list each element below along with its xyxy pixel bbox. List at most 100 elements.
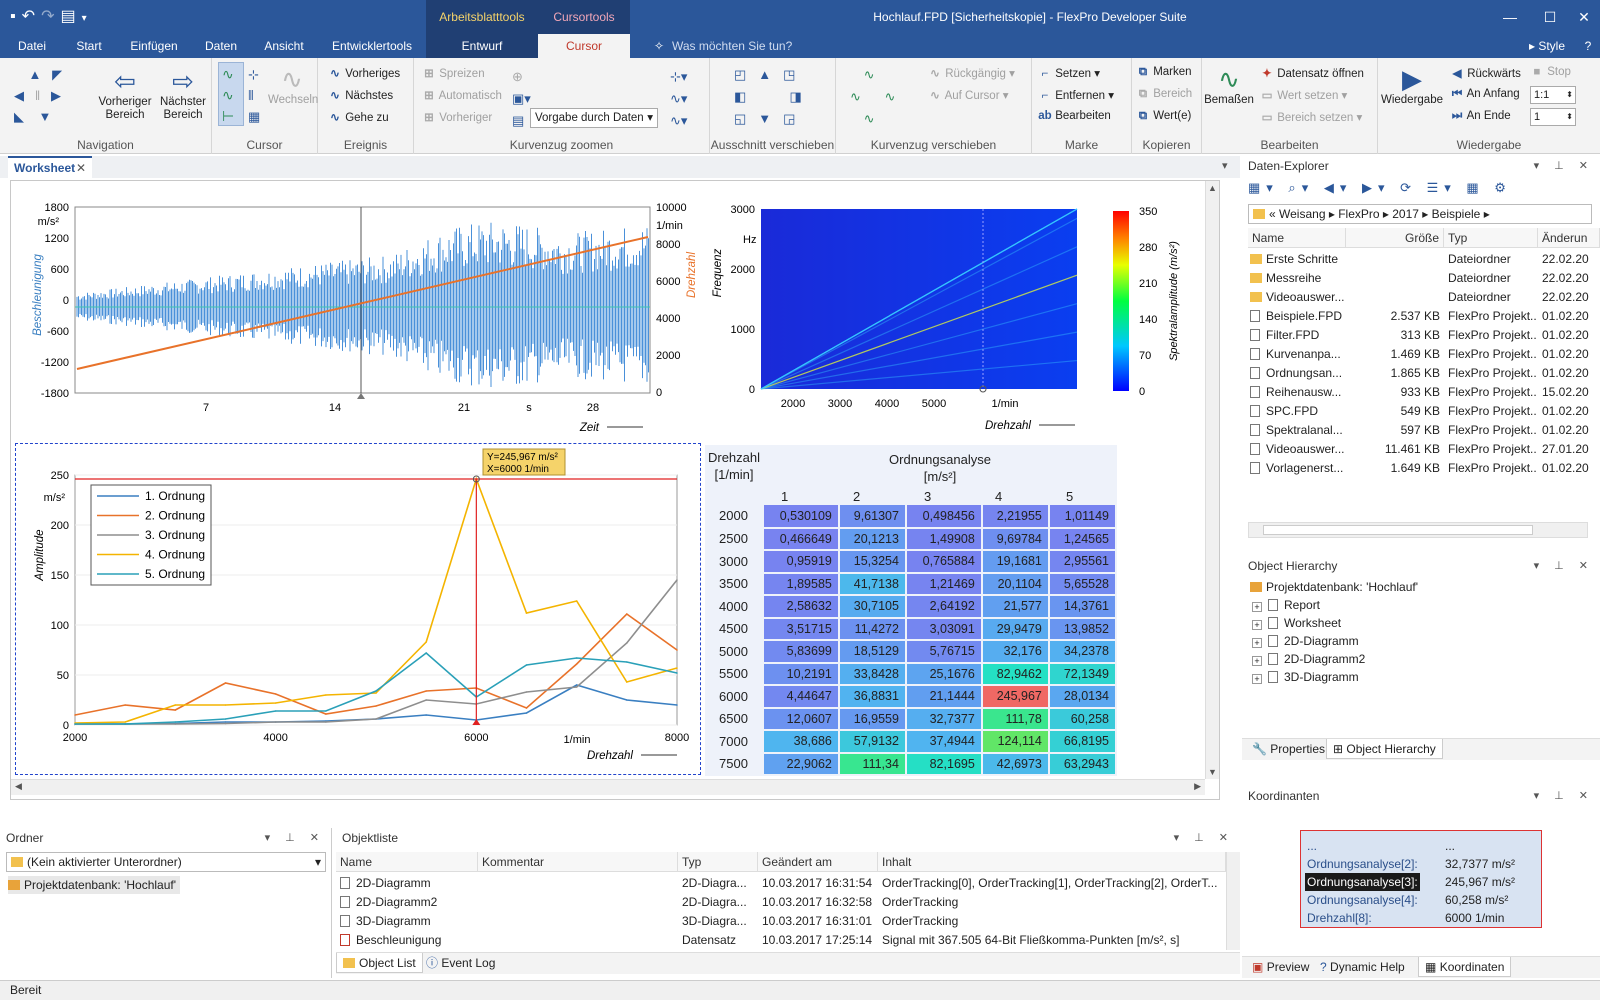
tab-preview[interactable]: ▣ Preview [1246, 957, 1315, 977]
value-cell[interactable]: 5,83699 [763, 640, 840, 664]
tell-me-search[interactable]: Was möchten Sie tun? [672, 34, 812, 58]
tab-list-chevron-icon[interactable]: ▾ [1222, 159, 1228, 172]
value-cell[interactable]: 3,51715 [763, 617, 840, 641]
expand-icon[interactable]: + [1252, 620, 1262, 630]
value-cell[interactable]: 22,9062 [763, 752, 840, 776]
value-cell[interactable]: 32,7377 [905, 707, 983, 731]
navigation-arrows[interactable]: ▲ ◤ ◀ ‖ ▶ ◣ ▼ [14, 64, 84, 127]
tab-properties[interactable]: 🔧 Properties [1246, 739, 1331, 759]
step-stepper[interactable]: 1 ⬍ [1530, 108, 1576, 126]
value-cell[interactable]: 20,1104 [981, 572, 1050, 596]
value-cell[interactable]: 15,3254 [838, 550, 907, 574]
value-cell[interactable]: 0,765884 [905, 550, 983, 574]
scrollbar-thumb[interactable] [1263, 525, 1533, 535]
path-breadcrumb[interactable]: « Weisang ▸ FlexPro ▸ 2017 ▸ Beispiele ▸ [1248, 204, 1592, 224]
object-row[interactable]: 3D-Diagramm 3D-Diagra... 10.03.2017 16:31:… [336, 912, 1226, 931]
scroll-left-icon[interactable]: ◀ [15, 781, 22, 792]
value-cell[interactable]: 0,95919 [763, 550, 840, 574]
value-cell[interactable]: 36,8831 [838, 685, 907, 709]
file-row[interactable]: Reihenausw... 933 KB FlexPro Projekt... 15.… [1248, 383, 1600, 402]
zoom-preset-select[interactable]: Vorgabe durch Daten ▾ [530, 108, 658, 128]
value-cell[interactable]: 21,1444 [905, 685, 983, 709]
tab-koordinaten[interactable]: ▦ Koordinaten [1418, 957, 1512, 977]
value-cell[interactable]: 11,4272 [838, 617, 907, 641]
breadcrumb-item[interactable]: FlexPro [1338, 207, 1379, 221]
value-cell[interactable]: 111,34 [838, 752, 907, 776]
object-row[interactable]: 2D-Diagramm 2D-Diagra... 10.03.2017 16:31:… [336, 874, 1226, 893]
speed-stepper[interactable]: 1:1 ⬍ [1530, 86, 1576, 104]
switch-button[interactable]: ∿ Wechseln [268, 64, 318, 107]
file-list[interactable]: Erste Schritte Dateiordner 22.02.20 Messrei… [1248, 250, 1600, 490]
file-row[interactable]: Kurvenanpa... 1.469 KB FlexPro Projekt... 0… [1248, 345, 1600, 364]
value-cell[interactable]: 18,5129 [838, 640, 907, 664]
worksheet-canvas[interactable]: 1800 1200 600 0 -600 -1200 -1800 m/s² Be… [10, 180, 1220, 800]
file-row[interactable]: Vorlagenerst... 1.649 KB FlexPro Projekt..… [1248, 459, 1600, 478]
tree-root[interactable]: Projektdatenbank: 'Hochlauf' [1250, 578, 1418, 596]
file-row[interactable]: SPC.FPD 549 KB FlexPro Projekt... 01.02.20 [1248, 402, 1600, 421]
to-end-button[interactable]: ⏭ An Ende [1450, 110, 1511, 123]
scroll-right-icon[interactable]: ▶ [1194, 781, 1201, 792]
breadcrumb-item[interactable]: 2017 [1392, 207, 1419, 221]
value-cell[interactable]: 82,9462 [981, 662, 1050, 686]
copy-marks-button[interactable]: ⧉ Marken [1136, 66, 1192, 79]
value-cell[interactable]: 25,1676 [905, 662, 983, 686]
value-cell[interactable]: 0,530109 [763, 505, 840, 529]
value-cell[interactable]: 66,8195 [1048, 730, 1118, 754]
tab-start[interactable]: Start [66, 34, 112, 58]
horizontal-scrollbar[interactable]: ◀ ▶ [11, 779, 1205, 795]
value-cell[interactable]: 10,2191 [763, 662, 840, 686]
previous-area-button[interactable]: ⇦ Vorheriger Bereich [96, 66, 154, 122]
value-cell[interactable]: 29,9479 [981, 617, 1050, 641]
value-cell[interactable]: 12,0607 [763, 707, 840, 731]
style-menu[interactable]: ▸ Style [1516, 34, 1578, 58]
value-cell[interactable]: 32,176 [981, 640, 1050, 664]
col-size[interactable]: Größe [1346, 228, 1444, 248]
zoom-axis-icons[interactable]: ⊹▾ ∿▾ ∿▾ [670, 66, 687, 132]
tree-item[interactable]: + Report [1252, 596, 1365, 614]
value-cell[interactable]: 1,21469 [905, 572, 983, 596]
value-cell[interactable]: 16,9559 [838, 707, 907, 731]
file-row[interactable]: Videoauswer... Dateiordner 22.02.20 [1248, 288, 1600, 307]
value-cell[interactable]: 245,967 [981, 685, 1050, 709]
value-cell[interactable]: 124,114 [981, 730, 1050, 754]
value-cell[interactable]: 0,498456 [905, 505, 983, 529]
close-icon[interactable]: ✕ [76, 158, 86, 178]
value-cell[interactable]: 21,577 [981, 595, 1050, 619]
tab-dynamic-help[interactable]: ? Dynamic Help [1314, 957, 1411, 977]
value-cell[interactable]: 42,6973 [981, 752, 1050, 776]
stop-button[interactable]: ■ Stop [1530, 66, 1571, 78]
value-cell[interactable]: 34,2378 [1048, 640, 1118, 664]
tab-worksheet[interactable]: Worksheet ✕ [8, 156, 92, 178]
folder-tree-root[interactable]: Projektdatenbank: 'Hochlauf' [8, 876, 181, 894]
spectrogram-chart[interactable]: 350 280 210 140 70 0 Spektralamplitude (… [703, 185, 1203, 443]
col-date[interactable]: Änderun [1538, 228, 1600, 248]
open-dataset-button[interactable]: ✦ Datensatz öffnen [1260, 66, 1364, 80]
document-icon[interactable]: ▤ [60, 8, 81, 25]
value-cell[interactable]: 38,686 [763, 730, 840, 754]
set-value-button[interactable]: ▭ Wert setzen ▾ [1260, 88, 1348, 102]
tab-cursor[interactable]: Cursor [538, 34, 630, 58]
value-cell[interactable]: 1,24565 [1048, 527, 1118, 551]
previous-zoom-button[interactable]: ⊞ Vorheriger [422, 110, 492, 124]
file-row[interactable]: Spektralanal... 597 KB FlexPro Projekt... 0… [1248, 421, 1600, 440]
tab-event-log[interactable]: ⓘ Event Log [420, 953, 501, 973]
customize-icon[interactable]: ▾ [82, 13, 93, 24]
value-cell[interactable]: 41,7138 [838, 572, 907, 596]
zoom-icons[interactable]: ⊕ ▣▾ ▤ [512, 66, 531, 132]
tab-entwurf[interactable]: Entwurf [426, 34, 538, 58]
col-content[interactable]: Inhalt [878, 852, 1226, 872]
tree-item[interactable]: +2D-Diagramm2 [1252, 650, 1365, 668]
auto-zoom-button[interactable]: ⊞ Automatisch [422, 88, 502, 102]
panel-controls[interactable]: ▾ ⊥ ✕ [1534, 156, 1594, 176]
tree-item[interactable]: + Worksheet [1252, 614, 1365, 632]
measure-button[interactable]: ∿ Bemaßen [1204, 64, 1254, 107]
redo-icon[interactable]: ↷ [41, 8, 60, 25]
explorer-toolbar[interactable]: ▦▾ ⌕▾ ◀▾ ▶▾ ⟳ ☰▾ ▦ ⚙ [1248, 180, 1512, 202]
object-list-scrollbar[interactable] [1226, 852, 1240, 950]
scroll-up-icon[interactable]: ▲ [1208, 183, 1217, 193]
panel-controls[interactable]: ▾ ⊥ ✕ [1534, 556, 1594, 576]
value-cell[interactable]: 1,01149 [1048, 505, 1118, 529]
edit-mark-button[interactable]: ab Bearbeiten [1038, 110, 1111, 122]
value-cell[interactable]: 20,1213 [838, 527, 907, 551]
value-cell[interactable]: 5,65528 [1048, 572, 1118, 596]
